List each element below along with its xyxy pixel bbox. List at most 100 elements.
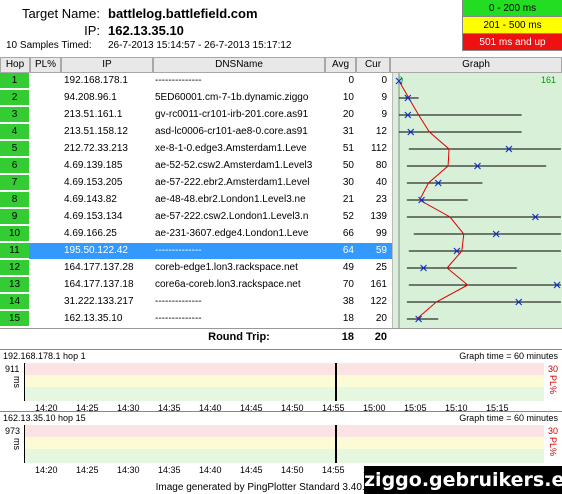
pl-cell [31, 243, 59, 259]
hop-cell: 13 [0, 277, 29, 293]
col-graph[interactable]: Graph [390, 57, 562, 73]
time-tick: 14:55 [322, 465, 345, 475]
dns-cell: 5ED60001.cm-7-1b.dynamic.ziggo [155, 92, 309, 103]
y-max-label: 911 [5, 364, 20, 374]
time-tick: 14:35 [158, 465, 181, 475]
legend-green: 0 - 200 ms [462, 0, 562, 17]
table-row[interactable]: 13 164.177.137.18 core6a-coreb.lon3.racksp… [0, 277, 392, 293]
dns-cell: ae-48-48.ebr2.London1.Level3.ne [155, 194, 306, 205]
legend-red: 501 ms and up [462, 34, 562, 51]
ip-cell: 164.177.137.18 [64, 279, 134, 290]
hop-cell: 15 [0, 311, 29, 327]
pl-cell [31, 260, 59, 276]
table-row[interactable]: 10 4.69.166.25 ae-231-3607.edge4.London1.L… [0, 226, 392, 242]
hop-cell: 14 [0, 294, 29, 310]
avg-cell: 50 [342, 160, 354, 171]
avg-cell: 0 [348, 75, 354, 86]
avg-cell: 20 [342, 109, 354, 120]
col-dnsname[interactable]: DNSName [153, 57, 325, 73]
pl-max-label: 30 [547, 364, 558, 374]
table-row[interactable]: 11 195.50.122.42 -------------- 64 59 [0, 243, 392, 259]
hop-cell: 9 [0, 209, 29, 225]
latency-spike [335, 425, 337, 463]
table-row[interactable]: 12 164.177.137.28 coreb-edge1.lon3.rackspa… [0, 260, 392, 276]
target-name-value: battlelog.battlefield.com [108, 6, 258, 21]
col-cur[interactable]: Cur [356, 57, 390, 73]
dns-cell: xe-8-1-0.edge3.Amsterdam1.Leve [155, 143, 307, 154]
graph-time-label: Graph time = 60 minutes [459, 351, 558, 361]
round-trip-avg: 18 [341, 331, 354, 343]
y-max-label: 973 [5, 426, 21, 436]
table-row[interactable]: 4 213.51.158.12 asd-lc0006-cr101-ae8-0.cor… [0, 124, 392, 140]
legend-yellow: 201 - 500 ms [462, 17, 562, 34]
pl-cell [31, 311, 59, 327]
cur-cell: 139 [370, 211, 387, 222]
samples-value: 26-7-2013 15:14:57 - 26-7-2013 15:17:12 [108, 40, 292, 51]
dns-cell: -------------- [155, 245, 202, 256]
table-row[interactable]: 7 4.69.153.205 ae-57-222.ebr2.Amsterdam1.L… [0, 175, 392, 191]
cur-cell: 23 [375, 194, 387, 205]
cur-cell: 80 [375, 160, 387, 171]
col-hop[interactable]: Hop [0, 57, 30, 73]
avg-cell: 31 [342, 126, 354, 137]
latency-legend: 0 - 200 ms 201 - 500 ms 501 ms and up [462, 0, 562, 51]
table-row[interactable]: 2 94.208.96.1 5ED60001.cm-7-1b.dynamic.zig… [0, 90, 392, 106]
cur-cell: 99 [375, 228, 387, 239]
hop-cell: 5 [0, 141, 29, 157]
col-pl[interactable]: PL% [30, 57, 61, 73]
hop-cell: 11 [0, 243, 29, 259]
table-row[interactable]: 1 192.168.178.1 -------------- 0 0 [0, 73, 392, 89]
dns-cell: asd-lc0006-cr101-ae8-0.core.as91 [155, 126, 308, 137]
pl-axis-label: PL% [548, 437, 558, 457]
samples-label: 10 Samples Timed: [6, 40, 92, 51]
pl-cell [31, 73, 59, 89]
ip-cell: 31.222.133.217 [64, 296, 134, 307]
ip-cell: 4.69.153.134 [64, 211, 123, 222]
pl-cell [31, 90, 59, 106]
time-graph-hop1[interactable]: 192.168.178.1 hop 1 Graph time = 60 minu… [0, 349, 562, 413]
time-tick: 14:30 [117, 465, 140, 475]
table-row[interactable]: 3 213.51.161.1 gv-rc0011-cr101-irb-201.cor… [0, 107, 392, 123]
table-row[interactable]: 8 4.69.143.82 ae-48-48.ebr2.London1.Level3… [0, 192, 392, 208]
pl-cell [31, 107, 59, 123]
col-avg[interactable]: Avg [325, 57, 356, 73]
round-trip-cur: 20 [374, 331, 387, 343]
header: Target Name: battlelog.battlefield.com I… [0, 0, 562, 57]
hop-cell: 1 [0, 73, 29, 89]
y-unit-label: ms [12, 376, 22, 388]
pl-cell [31, 294, 59, 310]
pl-cell [31, 277, 59, 293]
time-tick: 14:25 [76, 465, 99, 475]
cur-cell: 161 [370, 279, 387, 290]
table-row[interactable]: 15 162.13.35.10 -------------- 18 20 [0, 311, 392, 327]
round-trip-row: Round Trip: 18 20 [0, 328, 562, 344]
ip-cell: 192.168.178.1 [64, 75, 128, 86]
dns-cell: ae-231-3607.edge4.London1.Leve [155, 228, 309, 239]
table-row[interactable]: 5 212.72.33.213 xe-8-1-0.edge3.Amsterdam1.… [0, 141, 392, 157]
col-ip[interactable]: IP [61, 57, 153, 73]
table-row[interactable]: 6 4.69.139.185 ae-52-52.csw2.Amsterdam1.Le… [0, 158, 392, 174]
dns-cell: coreb-edge1.lon3.rackspace.net [155, 262, 298, 273]
pl-cell [31, 226, 59, 242]
avg-cell: 10 [342, 92, 354, 103]
time-tick: 14:45 [240, 465, 263, 475]
dns-cell: gv-rc0011-cr101-irb-201.core.as91 [155, 109, 309, 120]
time-tick: 14:20 [35, 465, 58, 475]
watermark: ziggo.gebruikers.eu [364, 466, 562, 494]
ip-cell: 195.50.122.42 [64, 245, 128, 256]
graph-scale-max: 161 [541, 75, 556, 85]
table-row[interactable]: 14 31.222.133.217 -------------- 38 122 [0, 294, 392, 310]
table-row[interactable]: 9 4.69.153.134 ae-57-222.csw2.London1.Leve… [0, 209, 392, 225]
latency-graph-svg: 0161 [395, 73, 561, 328]
dns-cell: ae-57-222.ebr2.Amsterdam1.Level [155, 177, 310, 188]
ip-cell: 164.177.137.28 [64, 262, 134, 273]
ip-cell: 4.69.139.185 [64, 160, 123, 171]
time-graph-hop15[interactable]: 162.13.35.10 hop 15 Graph time = 60 minu… [0, 411, 562, 475]
ip-cell: 162.13.35.10 [64, 313, 123, 324]
avg-cell: 66 [342, 228, 354, 239]
hop-cell: 8 [0, 192, 29, 208]
ip-cell: 4.69.143.82 [64, 194, 117, 205]
avg-cell: 18 [342, 313, 354, 324]
pl-cell [31, 209, 59, 225]
time-plot-area [24, 425, 544, 463]
